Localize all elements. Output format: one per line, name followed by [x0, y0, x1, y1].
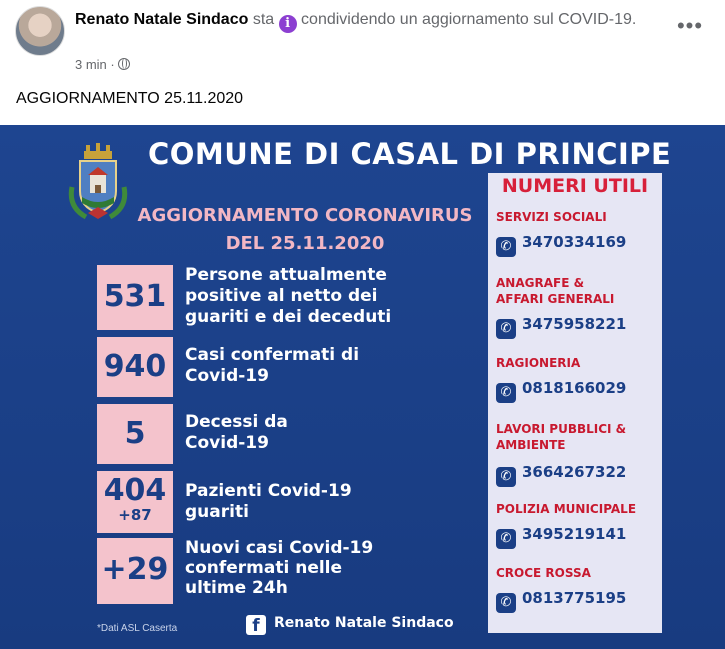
- panel-title: NUMERI UTILI: [501, 175, 649, 197]
- graphic-date: DEL 25.11.2020: [225, 233, 385, 254]
- globe-icon: [118, 58, 131, 70]
- phone-number: 3475958221: [522, 315, 627, 333]
- stat-box: 404 +87: [97, 471, 173, 533]
- more-options-button[interactable]: •••: [674, 15, 706, 40]
- contact-phone: ✆ 3470334169: [496, 233, 626, 257]
- contact-phone: ✆ 3495219141: [496, 525, 626, 549]
- contact-name: SERVIZI SOCIALI: [496, 210, 607, 224]
- phone-icon: ✆: [496, 237, 516, 257]
- phone-icon: ✆: [496, 467, 516, 487]
- author-avatar[interactable]: [15, 6, 65, 56]
- graphic-subtitle: AGGIORNAMENTO CORONAVIRUS: [137, 205, 473, 226]
- meta-separator: ·: [106, 57, 119, 72]
- stat-label: Casi confermati di Covid-19: [185, 345, 360, 386]
- phone-icon: ✆: [496, 593, 516, 613]
- phone-number: 3470334169: [522, 233, 627, 251]
- infographic-image[interactable]: COMUNE DI CASAL DI PRINCIPE AGGIORNAMENT…: [0, 125, 725, 649]
- contact-phone: ✆ 0818166029: [496, 379, 626, 403]
- post-time-link[interactable]: 3 min: [75, 57, 107, 72]
- stat-label: Nuovi casi Covid-19 confermati nelle ult…: [185, 538, 374, 598]
- action-prefix: sta: [248, 11, 279, 28]
- stat-value: 404: [103, 473, 167, 508]
- contact-name: POLIZIA MUNICIPALE: [496, 502, 637, 516]
- phone-number: 0813775195: [522, 589, 627, 607]
- data-source-footnote: *Dati ASL Caserta: [97, 623, 178, 634]
- contact-name: CROCE ROSSA: [496, 566, 591, 580]
- contact-phone: ✆ 0813775195: [496, 589, 626, 613]
- post-text: AGGIORNAMENTO 25.11.2020: [16, 90, 244, 107]
- graphic-title: COMUNE DI CASAL DI PRINCIPE: [148, 137, 672, 171]
- stat-box: 5: [97, 404, 173, 464]
- stat-value: 5: [124, 416, 146, 451]
- phone-number: 0818166029: [522, 379, 627, 397]
- action-text: condividendo un aggiornamento sul COVID-…: [296, 11, 637, 28]
- phone-icon: ✆: [496, 529, 516, 549]
- contact-phone: ✆ 3475958221: [496, 315, 626, 339]
- stat-box: 940: [97, 337, 173, 397]
- author-line: Renato Natale Sindaco sta i condividendo…: [75, 9, 655, 33]
- post-header: Renato Natale Sindaco sta i condividendo…: [0, 0, 725, 80]
- contact-name: RAGIONERIA: [496, 356, 581, 370]
- phone-icon: ✆: [496, 383, 516, 403]
- stat-label: Persone attualmente positive al netto de…: [185, 265, 392, 327]
- contact-name: LAVORI PUBBLICI & AMBIENTE: [496, 422, 627, 452]
- phone-number: 3495219141: [522, 525, 627, 543]
- stat-value: 531: [103, 279, 167, 314]
- stat-value: +29: [101, 552, 169, 587]
- stat-extra: +87: [118, 506, 152, 524]
- facebook-credit: f Renato Natale Sindaco: [246, 615, 454, 636]
- phone-number: 3664267322: [522, 463, 627, 481]
- stat-label: Pazienti Covid-19 guariti: [185, 481, 352, 522]
- info-icon: i: [278, 15, 297, 33]
- stat-box: 531: [97, 265, 173, 330]
- contact-name: ANAGRAFE & AFFARI GENERALI: [496, 276, 615, 306]
- useful-numbers-panel: NUMERI UTILI SERVIZI SOCIALI ✆ 3470334169…: [488, 173, 662, 633]
- contact-phone: ✆ 3664267322: [496, 463, 626, 487]
- author-name-link[interactable]: Renato Natale Sindaco: [75, 11, 248, 28]
- phone-icon: ✆: [496, 319, 516, 339]
- post-meta: 3 min ·: [75, 57, 131, 72]
- facebook-logo-icon: f: [246, 615, 266, 636]
- stat-label: Decessi da Covid-19: [185, 412, 288, 453]
- stat-value: 940: [103, 349, 167, 384]
- town-crest-icon: [68, 143, 128, 220]
- stat-box: +29: [97, 538, 173, 604]
- credit-name: Renato Natale Sindaco: [274, 615, 454, 631]
